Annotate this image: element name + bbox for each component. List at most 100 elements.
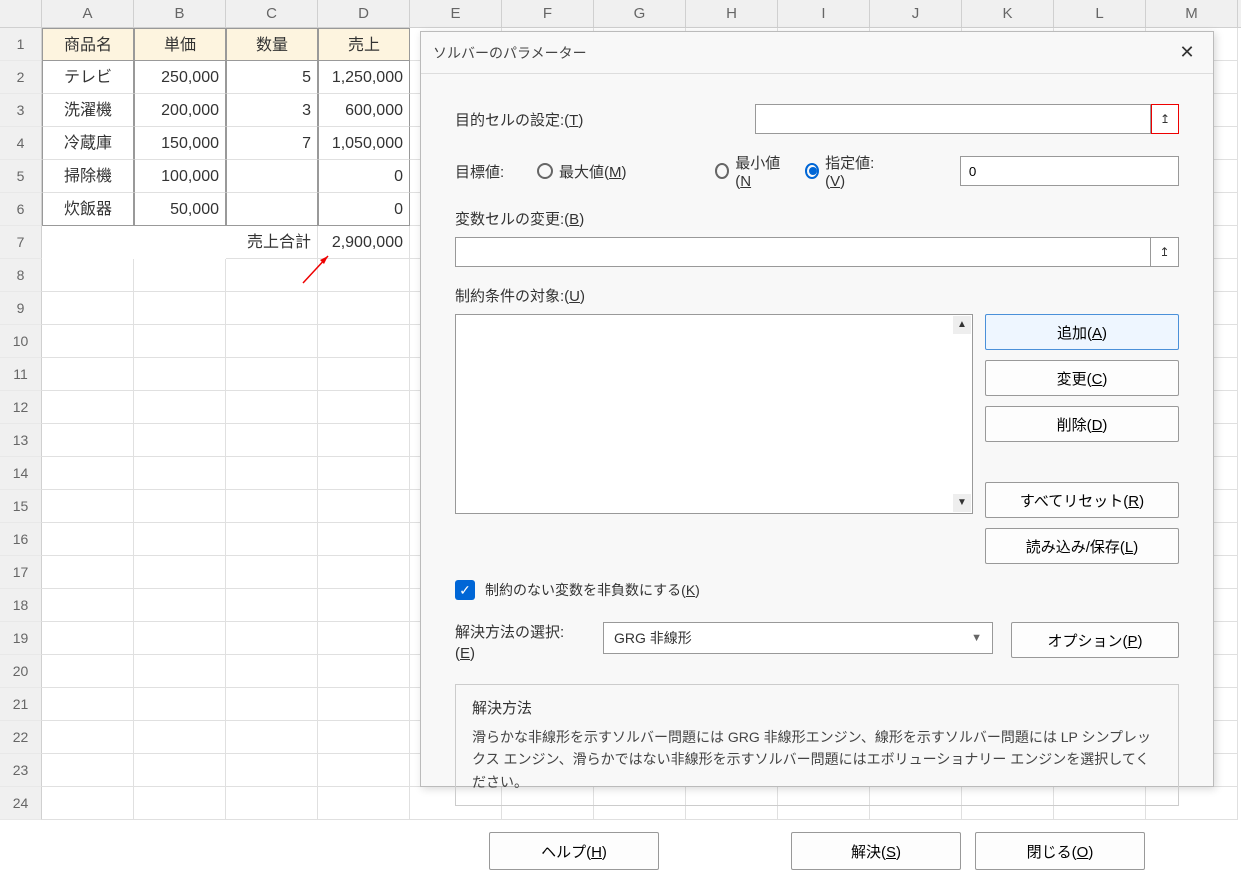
cell-empty[interactable] <box>226 358 318 391</box>
col-header-M[interactable]: M <box>1146 0 1238 27</box>
cell-C6[interactable] <box>226 193 318 226</box>
radio-value[interactable]: 指定値:(V) <box>805 152 884 190</box>
cell-empty[interactable] <box>318 259 410 292</box>
cell-A6[interactable]: 炊飯器 <box>42 193 134 226</box>
cell-empty[interactable] <box>226 325 318 358</box>
cell-empty[interactable] <box>42 556 134 589</box>
row-header-22[interactable]: 22 <box>0 721 42 754</box>
col-header-E[interactable]: E <box>410 0 502 27</box>
cell-empty[interactable] <box>226 391 318 424</box>
cell-empty[interactable] <box>318 556 410 589</box>
cell-empty[interactable] <box>318 787 410 820</box>
row-header-23[interactable]: 23 <box>0 754 42 787</box>
cell-B3[interactable]: 200,000 <box>134 94 226 127</box>
cell-empty[interactable] <box>42 622 134 655</box>
col-header-A[interactable]: A <box>42 0 134 27</box>
cell-empty[interactable] <box>226 556 318 589</box>
cell-empty[interactable] <box>134 688 226 721</box>
solve-button[interactable]: 解決(S) <box>791 832 961 870</box>
cell-empty[interactable] <box>318 523 410 556</box>
cell-empty[interactable] <box>42 787 134 820</box>
cell-C5[interactable] <box>226 160 318 193</box>
cell-A2[interactable]: テレビ <box>42 61 134 94</box>
select-all-corner[interactable] <box>0 0 42 27</box>
change-constraint-button[interactable]: 変更(C) <box>985 360 1179 396</box>
row-header-6[interactable]: 6 <box>0 193 42 226</box>
col-header-F[interactable]: F <box>502 0 594 27</box>
cell-empty[interactable] <box>226 787 318 820</box>
row-header-20[interactable]: 20 <box>0 655 42 688</box>
cell-empty[interactable] <box>42 490 134 523</box>
scroll-down-icon[interactable]: ▼ <box>953 494 971 512</box>
row-header-18[interactable]: 18 <box>0 589 42 622</box>
row-header-9[interactable]: 9 <box>0 292 42 325</box>
cell-empty[interactable] <box>226 292 318 325</box>
cell-C1[interactable]: 数量 <box>226 28 318 61</box>
row-header-12[interactable]: 12 <box>0 391 42 424</box>
cell-D4[interactable]: 1,050,000 <box>318 127 410 160</box>
cell-empty[interactable] <box>226 523 318 556</box>
row-header-4[interactable]: 4 <box>0 127 42 160</box>
cell-empty[interactable] <box>226 424 318 457</box>
cell-empty[interactable] <box>42 688 134 721</box>
cell-empty[interactable] <box>42 721 134 754</box>
cell-empty[interactable] <box>134 325 226 358</box>
cell-A5[interactable]: 掃除機 <box>42 160 134 193</box>
cell-empty[interactable] <box>318 391 410 424</box>
solving-method-select[interactable]: GRG 非線形 ▼ <box>603 622 993 654</box>
cell-empty[interactable] <box>134 358 226 391</box>
cell-C3[interactable]: 3 <box>226 94 318 127</box>
col-header-L[interactable]: L <box>1054 0 1146 27</box>
row-header-17[interactable]: 17 <box>0 556 42 589</box>
cell-empty[interactable] <box>134 622 226 655</box>
cell-empty[interactable] <box>318 358 410 391</box>
col-header-D[interactable]: D <box>318 0 410 27</box>
cell-empty[interactable] <box>318 622 410 655</box>
cell-B6[interactable]: 50,000 <box>134 193 226 226</box>
cell-empty[interactable] <box>134 556 226 589</box>
close-dialog-button[interactable]: 閉じる(O) <box>975 832 1145 870</box>
cell-empty[interactable] <box>318 589 410 622</box>
cell-C7[interactable]: 売上合計 <box>226 226 318 259</box>
objective-cell-input[interactable] <box>755 104 1151 134</box>
cell-D2[interactable]: 1,250,000 <box>318 61 410 94</box>
cell-B4[interactable]: 150,000 <box>134 127 226 160</box>
objective-range-picker[interactable]: ↥ <box>1151 104 1179 134</box>
cell-D7[interactable]: 2,900,000 <box>318 226 410 259</box>
cell-D1[interactable]: 売上 <box>318 28 410 61</box>
cell-A3[interactable]: 洗濯機 <box>42 94 134 127</box>
dialog-titlebar[interactable]: ソルバーのパラメーター ✕ <box>421 32 1213 74</box>
row-header-7[interactable]: 7 <box>0 226 42 259</box>
cell-empty[interactable] <box>134 655 226 688</box>
cell-empty[interactable] <box>318 424 410 457</box>
cell-empty[interactable] <box>318 688 410 721</box>
load-save-button[interactable]: 読み込み/保存(L) <box>985 528 1179 564</box>
col-header-B[interactable]: B <box>134 0 226 27</box>
cell-empty[interactable] <box>226 688 318 721</box>
cell-empty[interactable] <box>134 523 226 556</box>
cell-empty[interactable] <box>226 622 318 655</box>
cell-empty[interactable] <box>42 292 134 325</box>
row-header-10[interactable]: 10 <box>0 325 42 358</box>
row-header-2[interactable]: 2 <box>0 61 42 94</box>
cell-empty[interactable] <box>226 259 318 292</box>
cell-empty[interactable] <box>42 391 134 424</box>
cell-empty[interactable] <box>42 754 134 787</box>
row-header-5[interactable]: 5 <box>0 160 42 193</box>
cell-empty[interactable] <box>134 424 226 457</box>
row-header-16[interactable]: 16 <box>0 523 42 556</box>
cell-empty[interactable] <box>42 259 134 292</box>
cell-empty[interactable] <box>226 655 318 688</box>
cell-empty[interactable] <box>318 655 410 688</box>
cell-empty[interactable] <box>42 325 134 358</box>
row-header-1[interactable]: 1 <box>0 28 42 61</box>
cell-empty[interactable] <box>42 655 134 688</box>
row-header-8[interactable]: 8 <box>0 259 42 292</box>
cell-empty[interactable] <box>318 457 410 490</box>
scroll-up-icon[interactable]: ▲ <box>953 316 971 334</box>
cell-empty[interactable] <box>134 589 226 622</box>
target-value-input[interactable] <box>960 156 1179 186</box>
close-button[interactable]: ✕ <box>1173 39 1201 67</box>
cell-empty[interactable] <box>42 523 134 556</box>
cell-empty[interactable] <box>318 292 410 325</box>
